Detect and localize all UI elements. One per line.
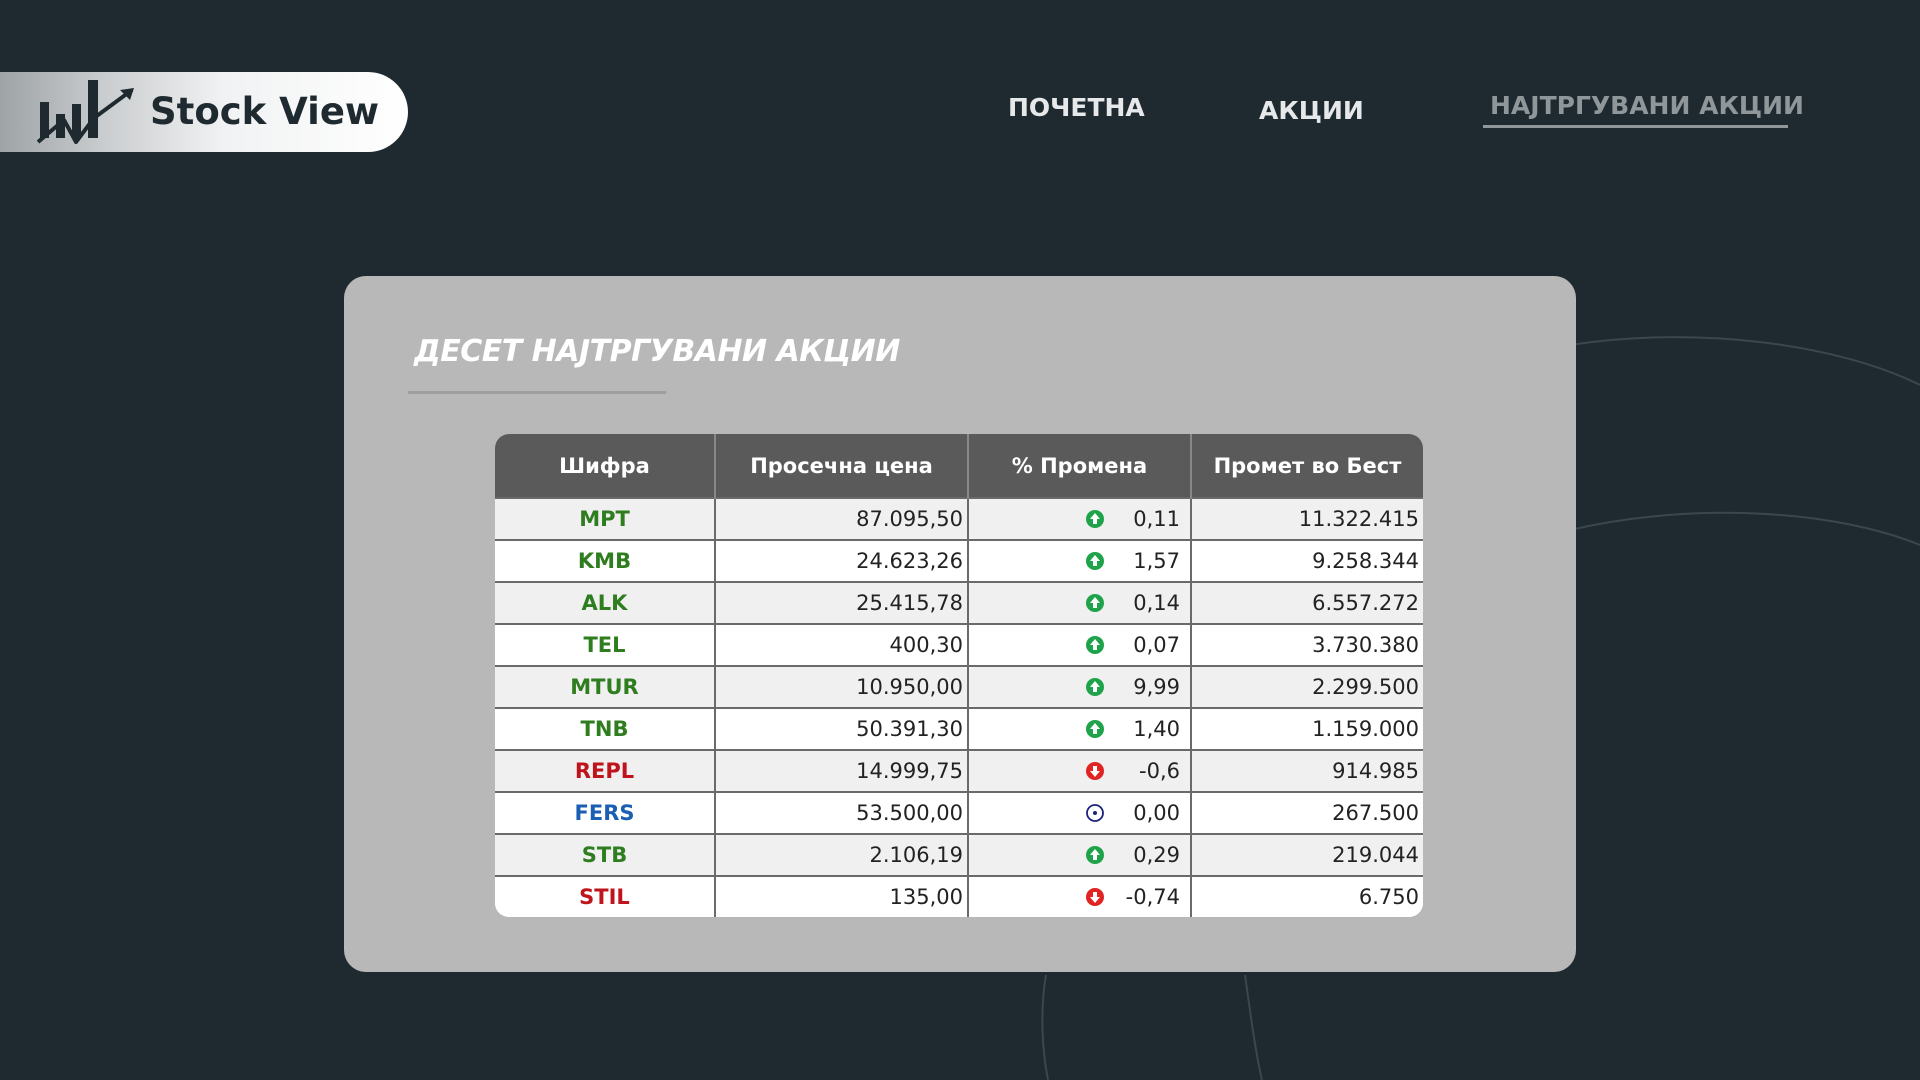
page: Stock View ПОЧЕТНА АКЦИИ НАЈТРГУВАНИ АКЦ… [0,0,1920,1080]
change-value: 0,11 [1133,507,1180,531]
change-value: 0,14 [1133,591,1180,615]
change-cell: 0,14 [968,581,1192,624]
change-cell: 9,99 [968,665,1192,708]
table-row[interactable]: REPL 14.999,75 -0,6 914.985 [495,749,1423,792]
change-cell: 1,57 [968,539,1192,582]
change-cell: -0,74 [968,875,1192,917]
change-value: 0,29 [1133,843,1180,867]
change-value: 9,99 [1133,675,1180,699]
turnover: 6.750 [1191,875,1423,917]
table-row[interactable]: ALK 25.415,78 0,14 6.557.272 [495,581,1423,624]
table-header-row: Шифра Просечна цена % Промена Промет во … [495,434,1423,498]
change-value: 1,40 [1133,717,1180,741]
logo-text: Stock View [150,90,380,133]
table-row[interactable]: TEL 400,30 0,07 3.730.380 [495,623,1423,666]
table-row[interactable]: STIL 135,00 -0,74 6.750 [495,875,1423,917]
nav-active-underline [1483,125,1788,128]
change-value: 0,07 [1133,633,1180,657]
header-avg-price[interactable]: Просечна цена [715,434,969,498]
table-row[interactable]: FERS 53.500,00 0,00 267.500 [495,791,1423,834]
stock-code[interactable]: STIL [495,875,716,917]
turnover: 267.500 [1191,791,1423,834]
title-underline [408,391,666,394]
stock-code[interactable]: KMB [495,539,716,582]
change-value: -0,6 [1139,759,1180,783]
arrow-down-icon [1086,762,1104,780]
header-code[interactable]: Шифра [495,434,716,498]
stock-code[interactable]: FERS [495,791,716,834]
stocks-table-container: Шифра Просечна цена % Промена Промет во … [495,434,1423,917]
nav-home[interactable]: ПОЧЕТНА [1008,93,1145,122]
table-row[interactable]: STB 2.106,19 0,29 219.044 [495,833,1423,876]
table-row[interactable]: KMB 24.623,26 1,57 9.258.344 [495,539,1423,582]
stock-code[interactable]: TEL [495,623,716,666]
stock-code[interactable]: MTUR [495,665,716,708]
turnover: 2.299.500 [1191,665,1423,708]
turnover: 3.730.380 [1191,623,1423,666]
stock-code[interactable]: TNB [495,707,716,750]
avg-price: 14.999,75 [715,749,969,792]
change-value: -0,74 [1125,885,1180,909]
change-cell: 0,11 [968,497,1192,540]
logo[interactable]: Stock View [0,72,408,152]
avg-price: 135,00 [715,875,969,917]
stock-chart-arrow-icon [36,80,134,144]
arrow-up-icon [1086,846,1104,864]
change-cell: 0,29 [968,833,1192,876]
change-value: 0,00 [1133,801,1180,825]
card-title: ДЕСЕТ НАЈТРГУВАНИ АКЦИИ [414,334,900,369]
turnover: 914.985 [1191,749,1423,792]
turnover: 11.322.415 [1191,497,1423,540]
arrow-down-icon [1086,888,1104,906]
most-traded-card: ДЕСЕТ НАЈТРГУВАНИ АКЦИИ Шифра Просечна ц… [344,276,1576,972]
avg-price: 400,30 [715,623,969,666]
stock-code[interactable]: STB [495,833,716,876]
avg-price: 53.500,00 [715,791,969,834]
arrow-up-icon [1086,720,1104,738]
avg-price: 50.391,30 [715,707,969,750]
avg-price: 25.415,78 [715,581,969,624]
stock-code[interactable]: REPL [495,749,716,792]
avg-price: 24.623,26 [715,539,969,582]
table-body: MPT 87.095,50 0,11 11.322.415 KMB 24.623,26 1,… [495,497,1423,917]
arrow-up-icon [1086,636,1104,654]
change-cell: 0,00 [968,791,1192,834]
avg-price: 2.106,19 [715,833,969,876]
change-cell: -0,6 [968,749,1192,792]
stock-code[interactable]: MPT [495,497,716,540]
stock-code[interactable]: ALK [495,581,716,624]
avg-price: 87.095,50 [715,497,969,540]
stocks-table: Шифра Просечна цена % Промена Промет во … [495,434,1423,917]
arrow-up-icon [1086,510,1104,528]
turnover: 6.557.272 [1191,581,1423,624]
change-value: 1,57 [1133,549,1180,573]
header-turnover[interactable]: Промет во Бест [1191,434,1423,498]
avg-price: 10.950,00 [715,665,969,708]
nav-stocks[interactable]: АКЦИИ [1259,96,1364,125]
change-cell: 0,07 [968,623,1192,666]
header-change[interactable]: % Промена [968,434,1192,498]
change-cell: 1,40 [968,707,1192,750]
turnover: 1.159.000 [1191,707,1423,750]
table-row[interactable]: MPT 87.095,50 0,11 11.322.415 [495,497,1423,540]
table-row[interactable]: TNB 50.391,30 1,40 1.159.000 [495,707,1423,750]
arrow-up-icon [1086,594,1104,612]
turnover: 9.258.344 [1191,539,1423,582]
turnover: 219.044 [1191,833,1423,876]
arrow-up-icon [1086,552,1104,570]
nav-most-traded[interactable]: НАЈТРГУВАНИ АКЦИИ [1490,91,1804,120]
table-row[interactable]: MTUR 10.950,00 9,99 2.299.500 [495,665,1423,708]
unchanged-dot-icon [1086,804,1104,822]
arrow-up-icon [1086,678,1104,696]
